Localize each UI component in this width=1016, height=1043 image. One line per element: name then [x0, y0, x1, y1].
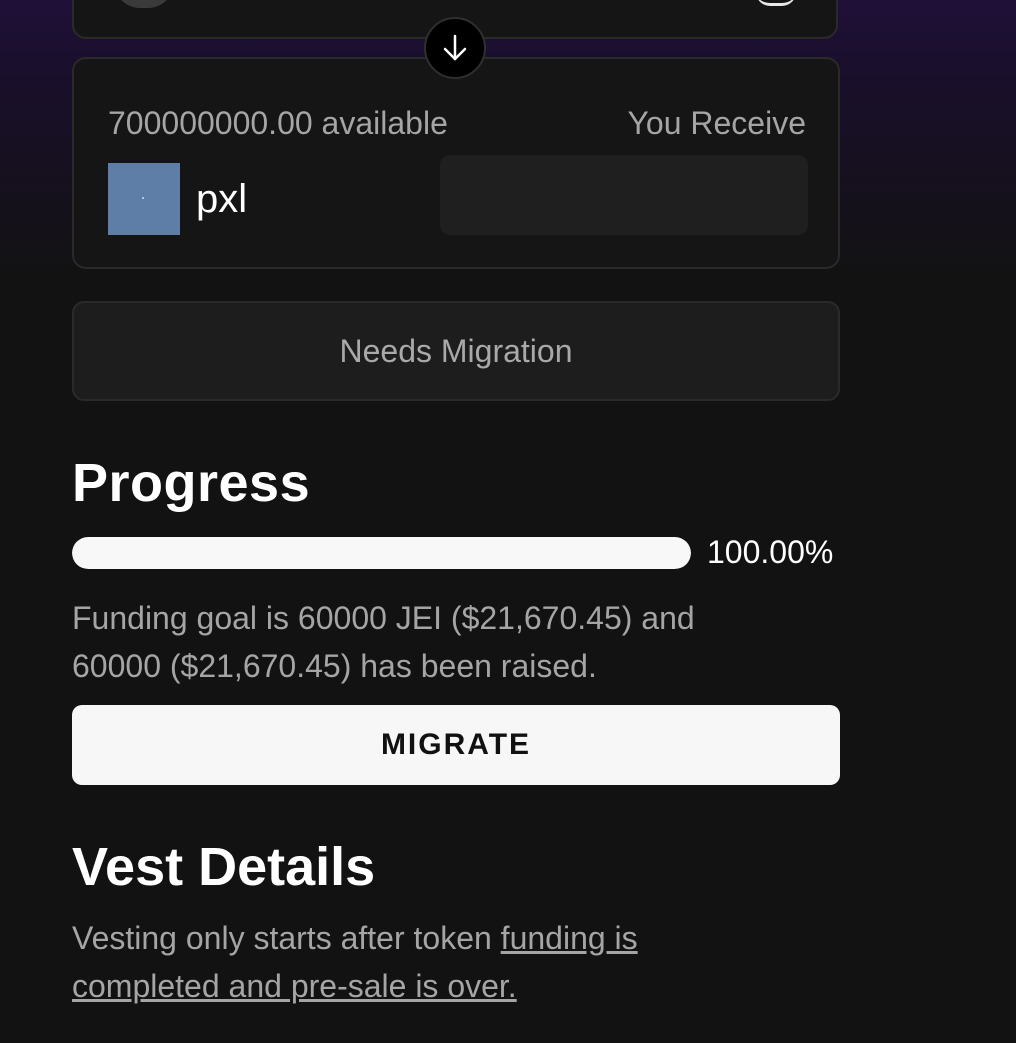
progress-bar: [72, 537, 691, 569]
arrow-down-icon: [443, 34, 467, 61]
migrate-button[interactable]: MIGRATE: [72, 705, 840, 785]
vest-details-title: Vest Details: [72, 837, 376, 897]
swap-direction-button[interactable]: [424, 17, 486, 79]
migration-status-button[interactable]: Needs Migration: [72, 301, 840, 401]
token-image: [108, 163, 180, 235]
receive-amount-field[interactable]: [440, 155, 808, 235]
pay-token-avatar: [114, 0, 174, 8]
progress-percent: 100.00%: [707, 534, 834, 570]
available-suffix: available: [321, 105, 448, 141]
migration-status-label: Needs Migration: [339, 332, 573, 369]
progress-title: Progress: [72, 453, 311, 513]
token-name: pxl: [196, 177, 248, 221]
funding-description: Funding goal is 60000 JEI ($21,670.45) a…: [72, 600, 695, 684]
vest-description: Vesting only starts after token funding …: [72, 914, 772, 1010]
receive-card: 700000000.00 available You Receive pxl: [72, 57, 840, 269]
available-amount: 700000000.00: [108, 105, 313, 141]
pay-token-selector-icon[interactable]: [756, 0, 796, 6]
progress-bar-fill: [72, 537, 691, 569]
available-balance: 700000000.00 available: [108, 105, 448, 142]
receive-label: You Receive: [627, 105, 807, 141]
vest-description-text: Vesting only starts after token: [72, 920, 501, 956]
